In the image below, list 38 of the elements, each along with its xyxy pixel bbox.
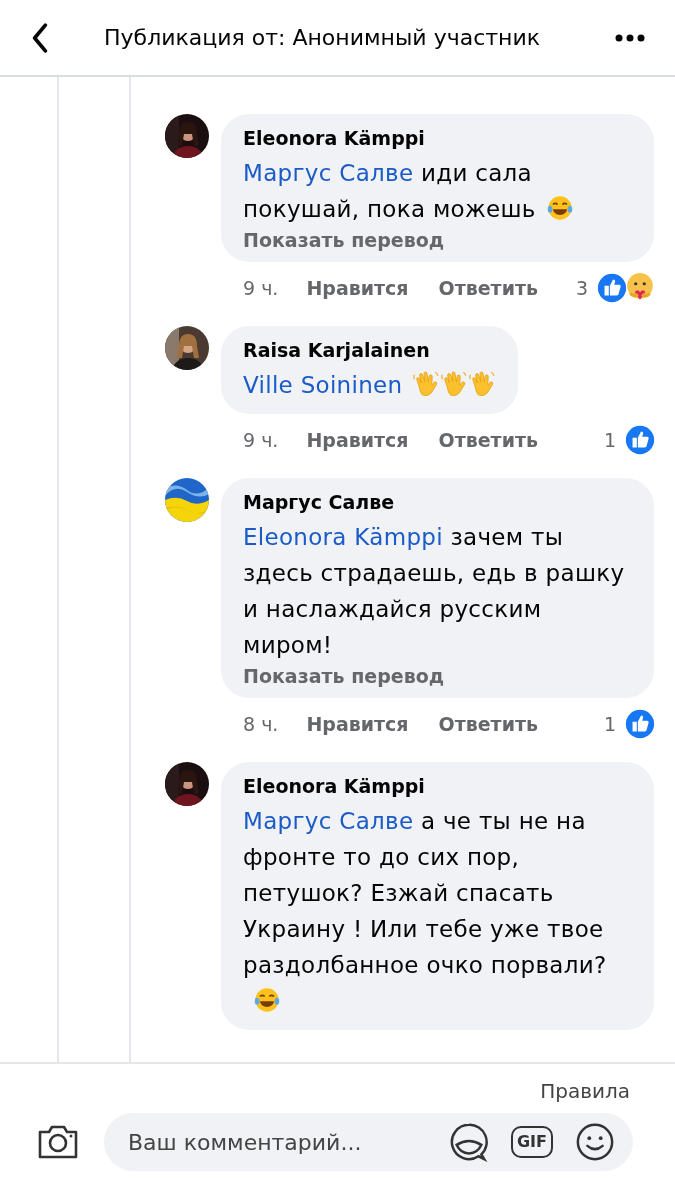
reaction-count: 3	[575, 277, 588, 299]
rules-link[interactable]: Правила	[540, 1079, 630, 1103]
mention-link[interactable]: Маргус Салве	[243, 808, 414, 834]
author-name[interactable]: Eleonora Kämppi	[243, 127, 632, 149]
like-link[interactable]: Нравится	[306, 277, 409, 299]
comment-input[interactable]: Ваш комментарий... GIF	[104, 1113, 633, 1171]
waving-hand-icon	[468, 370, 497, 398]
waving-hand-icon	[412, 370, 441, 398]
reply-link[interactable]: Ответить	[438, 429, 538, 451]
page-title: Публикация от: Анонимный участник	[104, 25, 542, 50]
author-name[interactable]: Eleonora Kämppi	[243, 775, 632, 797]
laughing-emoji-icon	[253, 986, 281, 1014]
author-name[interactable]: Raisa Karjalainen	[243, 339, 497, 361]
laughing-emoji-icon	[545, 194, 574, 222]
more-icon[interactable]	[615, 33, 645, 42]
comment-time: 9 ч.	[243, 277, 279, 299]
translate-link[interactable]: Показать перевод	[243, 229, 632, 251]
author-name[interactable]: Маргус Салве	[243, 491, 632, 513]
like-link[interactable]: Нравится	[306, 713, 409, 735]
comment-text: Eleonora Kämppi зачем ты здесь страдаешь, едь в рашку и наслаждайся русским миром!	[243, 523, 626, 660]
back-icon[interactable]	[30, 22, 50, 53]
reaction-count: 1	[603, 429, 616, 451]
sticker-icon[interactable]	[449, 1122, 489, 1162]
gif-button[interactable]: GIF	[511, 1126, 553, 1158]
mention-link[interactable]: Eleonora Kämppi	[243, 524, 443, 550]
comment-time: 9 ч.	[243, 429, 279, 451]
mention-link[interactable]: Маргус Салве	[243, 160, 414, 186]
waving-hand-icon	[440, 370, 469, 398]
comment-time: 8 ч.	[243, 713, 279, 735]
like-link[interactable]: Нравится	[306, 429, 409, 451]
reply-link[interactable]: Ответить	[438, 713, 538, 735]
reaction-count: 1	[603, 713, 616, 735]
smiley-icon[interactable]	[575, 1122, 615, 1162]
mention-link[interactable]: Ville Soininen	[243, 372, 403, 398]
comment-text: Маргус Салве а че ты не на фронте то до сих пор, петушок? Езжай спасать Украину ! Или тебе уже твое раздолбанное очко порвали?	[243, 803, 632, 1019]
reply-link[interactable]: Ответить	[438, 277, 538, 299]
comment-text: Маргус Салве иди сала покушай, пока можешь	[243, 155, 632, 227]
translate-link[interactable]: Показать перевод	[243, 665, 632, 687]
